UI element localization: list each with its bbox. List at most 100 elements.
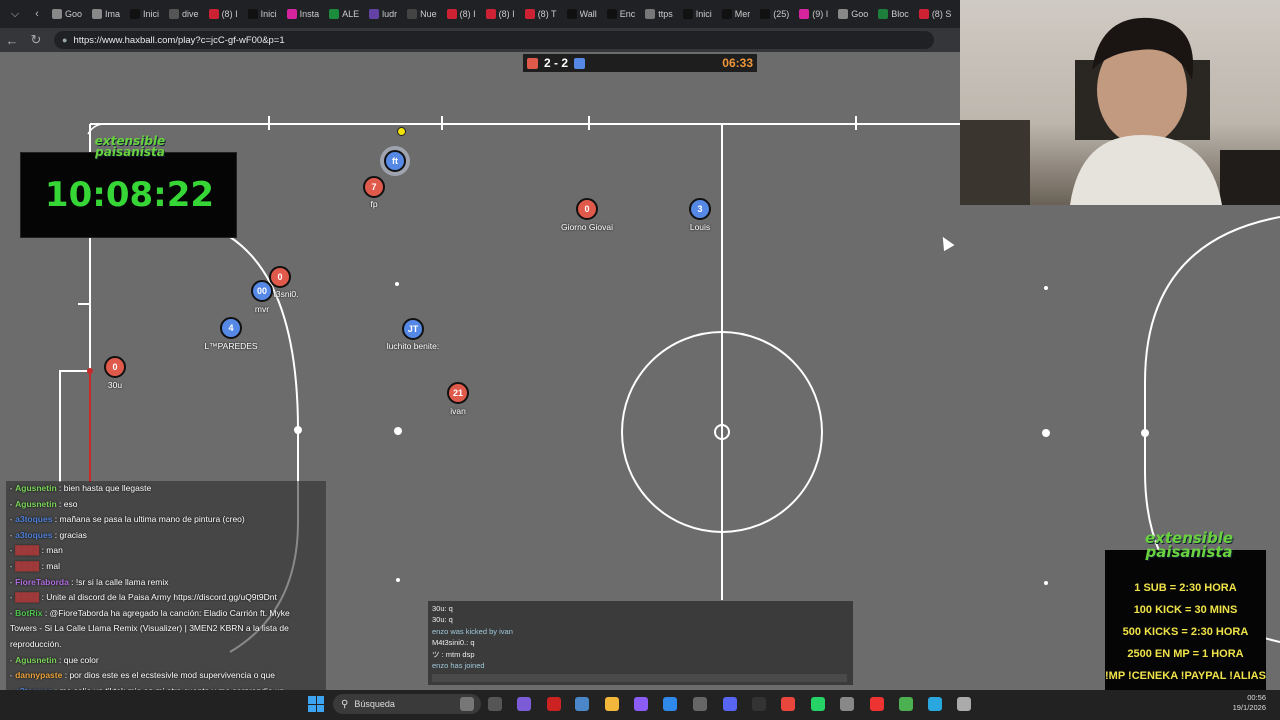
file-explorer-icon[interactable] bbox=[605, 697, 619, 711]
chat-message: • a3toques : mañana se pasa la ultima man… bbox=[10, 514, 245, 524]
browser-tab[interactable]: (8) I bbox=[482, 3, 519, 25]
browser-tab[interactable]: (8) I bbox=[205, 3, 242, 25]
pen-icon[interactable] bbox=[634, 697, 648, 711]
chat-username[interactable]: Agusnetin bbox=[15, 655, 57, 665]
tab-label: dive bbox=[182, 9, 199, 19]
tab-favicon-icon bbox=[247, 9, 258, 19]
chat-username[interactable]: dannypaste bbox=[15, 670, 62, 680]
tab-label: Enc bbox=[619, 9, 636, 19]
taskbar-search[interactable]: ⚲ Búsqueda bbox=[333, 694, 481, 714]
game-chat-input[interactable] bbox=[432, 674, 847, 682]
chat-timestamp-icon: • bbox=[10, 518, 13, 525]
browser-tab[interactable]: (8) T bbox=[521, 3, 561, 25]
chat-message: • a3toques : gracias bbox=[10, 530, 87, 540]
chat-timestamp-icon: • bbox=[10, 502, 13, 509]
tab-favicon-icon bbox=[799, 9, 810, 19]
widgets-icon[interactable] bbox=[460, 697, 474, 711]
browser-tab[interactable]: ludr bbox=[365, 3, 401, 25]
reload-button[interactable]: ↻ bbox=[24, 32, 48, 48]
chat-username[interactable]: Agusnetin bbox=[15, 483, 57, 493]
tab-favicon-icon bbox=[169, 9, 180, 19]
chat-text: : mal bbox=[39, 561, 60, 571]
browser-tab[interactable]: Wall bbox=[563, 3, 601, 25]
chat-timestamp-icon: • bbox=[10, 674, 13, 681]
back-button[interactable]: ← bbox=[0, 33, 24, 48]
tab-label: Inici bbox=[260, 9, 277, 19]
tab-favicon-icon bbox=[286, 9, 297, 19]
url-field[interactable]: ● https://www.haxball.com/play?c=jcC-gf-… bbox=[54, 31, 934, 49]
tab-favicon-icon bbox=[130, 9, 141, 19]
tab-scroll-left-icon[interactable]: ‹ bbox=[26, 4, 48, 24]
search-icon: ⚲ bbox=[341, 698, 349, 710]
terminal-icon[interactable] bbox=[752, 697, 766, 711]
chat-username[interactable]: a3toques bbox=[15, 514, 52, 524]
game-chat-line: 30u: q bbox=[432, 615, 453, 625]
app2-icon[interactable] bbox=[928, 697, 942, 711]
steam-icon[interactable] bbox=[957, 697, 971, 711]
chrome-icon[interactable] bbox=[781, 697, 795, 711]
whatsapp-icon[interactable] bbox=[811, 697, 825, 711]
browser-tab[interactable]: dive bbox=[165, 3, 203, 25]
browser-tab[interactable]: Bloc bbox=[874, 3, 913, 25]
browser-tab[interactable]: Goo bbox=[48, 3, 86, 25]
browser-tab[interactable]: (8) S bbox=[915, 3, 956, 25]
copilot-icon[interactable] bbox=[517, 697, 531, 711]
edge-icon[interactable] bbox=[663, 697, 677, 711]
tab-list: Goo Ima Inici dive (8) I Inici Insta ALE ludr Nue… bbox=[48, 3, 1039, 25]
browser-tab[interactable]: Inici bbox=[244, 3, 281, 25]
browser-tab[interactable]: Inici bbox=[126, 3, 163, 25]
browser-tab[interactable]: Insta bbox=[283, 3, 324, 25]
tab-favicon-icon bbox=[682, 9, 693, 19]
player-name: ivan bbox=[450, 406, 466, 416]
tab-label: ttps bbox=[658, 9, 673, 19]
chat-username[interactable]: FioreTaborda bbox=[15, 577, 69, 587]
ball bbox=[397, 127, 406, 136]
browser-tab[interactable]: (8) I bbox=[443, 3, 480, 25]
chat-message: reproducción. bbox=[10, 639, 62, 649]
tab-favicon-icon bbox=[838, 9, 849, 19]
chat-username-redacted: ████ bbox=[15, 592, 40, 603]
chat-username[interactable]: Agusnetin bbox=[15, 499, 57, 509]
webcam-feed bbox=[960, 0, 1280, 205]
tab-favicon-icon bbox=[645, 9, 656, 19]
gear-icon[interactable] bbox=[840, 697, 854, 711]
app-icon[interactable] bbox=[870, 697, 884, 711]
chat-timestamp-icon: • bbox=[10, 487, 13, 493]
browser-tab[interactable]: (9) I bbox=[795, 3, 832, 25]
task-view-icon[interactable] bbox=[488, 697, 502, 711]
opera-icon[interactable] bbox=[547, 697, 561, 711]
browser-tab[interactable]: Mer bbox=[718, 3, 755, 25]
settings-icon[interactable] bbox=[693, 697, 707, 711]
chat-username[interactable]: BotRix bbox=[15, 608, 42, 618]
browser-tab[interactable]: ALE bbox=[325, 3, 363, 25]
system-clock[interactable]: 00:56 19/1/2026 bbox=[1233, 693, 1266, 713]
browser-tab[interactable]: ttps bbox=[641, 3, 677, 25]
tab-favicon-icon bbox=[329, 9, 340, 19]
windows-start-icon[interactable] bbox=[308, 696, 324, 712]
site-info-icon[interactable]: ● bbox=[62, 35, 67, 45]
chrome-profile-icon[interactable] bbox=[899, 697, 913, 711]
tab-label: Wall bbox=[579, 9, 597, 19]
store-icon[interactable] bbox=[575, 697, 589, 711]
chat-username[interactable]: a3toques bbox=[15, 530, 52, 540]
tab-list-chevron-icon[interactable]: ⌵ bbox=[4, 4, 26, 24]
chat-message: Towers - Si La Calle Llama Remix (Visual… bbox=[10, 623, 289, 633]
chat-message: • Agusnetin : que color bbox=[10, 655, 99, 665]
browser-tab[interactable]: Nue bbox=[403, 3, 441, 25]
game-chat-line: enzo was kicked by ivan bbox=[432, 626, 513, 636]
subs-goal-line: 500 KICKS = 2:30 HORA bbox=[1122, 626, 1249, 638]
discord-icon[interactable] bbox=[723, 697, 737, 711]
player-red: 0 bbox=[576, 198, 598, 220]
tab-label: (8) S bbox=[931, 9, 952, 19]
browser-tab[interactable]: Goo bbox=[834, 3, 872, 25]
chat-timestamp-icon: • bbox=[10, 580, 13, 587]
game-chat-line: 30u: q bbox=[432, 604, 453, 613]
tab-favicon-icon bbox=[208, 9, 219, 19]
browser-tab[interactable]: Ima bbox=[88, 3, 124, 25]
game-chat: 30u: q 30u: q enzo was kicked by ivan M4t3s… bbox=[428, 601, 853, 685]
tab-label: (8) T bbox=[537, 9, 557, 19]
browser-tab[interactable]: Inici bbox=[679, 3, 716, 25]
browser-tab[interactable]: (25) bbox=[756, 3, 793, 25]
stream-timer-value: 10:08:22 bbox=[44, 175, 215, 215]
browser-tab[interactable]: Enc bbox=[603, 3, 640, 25]
